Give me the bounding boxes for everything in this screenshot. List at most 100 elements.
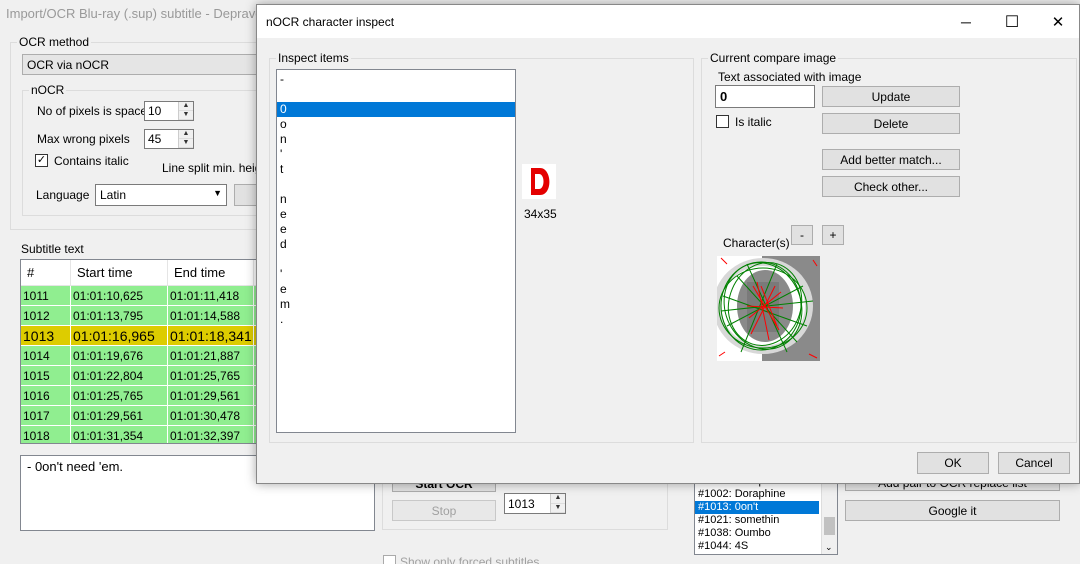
pixels-space-arrows[interactable]: ▲ ▼ (178, 102, 193, 120)
pixels-space-value: 10 (148, 104, 162, 118)
cell-number: 1011 (21, 286, 71, 305)
update-label: Update (871, 89, 911, 104)
subtitle-grid[interactable]: # Start time End time 1011 01:01:10,625 01… (20, 259, 260, 444)
language-select[interactable]: Latin ▼ (95, 184, 227, 206)
text-associated-input[interactable]: 0 (715, 85, 815, 108)
table-row[interactable]: 1018 01:01:31,354 01:01:32,397 (21, 426, 259, 443)
is-italic-checkbox[interactable] (716, 115, 729, 128)
list-item[interactable]: e (277, 282, 515, 297)
check-other-label: Check other... (853, 179, 929, 194)
list-item[interactable]: . (277, 312, 515, 327)
list-item[interactable]: - (277, 72, 515, 87)
characters-plus-button[interactable]: + (822, 225, 844, 245)
column-header-number[interactable]: # (21, 260, 71, 285)
character-bitmap-icon (522, 164, 556, 199)
dialog-titlebar[interactable]: nOCR character inspect ─ ☐ ✕ (257, 5, 1079, 38)
ocr-words-list[interactable]: #1001: Doraphine #1002: Doraphine #1013:… (694, 474, 838, 555)
max-wrong-label: Max wrong pixels (37, 132, 130, 146)
cell-end: 01:01:30,478 (168, 406, 254, 425)
start-from-value: 1013 (508, 496, 535, 511)
column-header-start[interactable]: Start time (71, 260, 168, 285)
table-row[interactable]: 1012 01:01:13,795 01:01:14,588 (21, 306, 259, 326)
scroll-down-icon[interactable]: ⌄ (825, 542, 833, 553)
spin-up-icon[interactable]: ▲ (551, 494, 565, 504)
table-row[interactable]: 1017 01:01:29,561 01:01:30,478 (21, 406, 259, 426)
table-row[interactable]: 1014 01:01:19,676 01:01:21,887 (21, 346, 259, 366)
list-item[interactable]: n (277, 132, 515, 147)
list-item[interactable] (277, 177, 515, 192)
max-wrong-arrows[interactable]: ▲ ▼ (178, 130, 193, 148)
contains-italic-checkbox[interactable]: ✓ (35, 154, 48, 167)
column-header-end[interactable]: End time (168, 260, 254, 285)
text-associated-value: 0 (720, 89, 728, 104)
cell-end: 01:01:14,588 (168, 306, 254, 325)
cancel-button[interactable]: Cancel (998, 452, 1070, 474)
list-item[interactable]: e (277, 222, 515, 237)
ocr-method-select[interactable]: OCR via nOCR (22, 54, 258, 75)
list-item[interactable] (277, 87, 515, 102)
start-from-arrows[interactable]: ▲ ▼ (550, 494, 565, 513)
spin-down-icon[interactable]: ▼ (551, 503, 565, 513)
list-item[interactable]: ' (277, 267, 515, 282)
check-other-button[interactable]: Check other... (822, 176, 960, 197)
grid-header: # Start time End time (21, 260, 259, 286)
spin-up-icon[interactable]: ▲ (179, 102, 193, 111)
spin-down-icon[interactable]: ▼ (179, 139, 193, 148)
list-item[interactable]: #1044: 4S (695, 540, 837, 553)
list-item[interactable] (277, 252, 515, 267)
stop-button[interactable]: Stop (392, 500, 496, 521)
chevron-down-icon: ▼ (213, 188, 222, 198)
update-button[interactable]: Update (822, 86, 960, 107)
cell-number: 1013 (21, 326, 71, 345)
close-icon[interactable]: ✕ (1035, 5, 1080, 38)
add-better-match-button[interactable]: Add better match... (822, 149, 960, 170)
scroll-thumb[interactable] (824, 517, 835, 535)
table-row[interactable]: 1011 01:01:10,625 01:01:11,418 (21, 286, 259, 306)
add-better-match-label: Add better match... (840, 152, 942, 167)
google-it-label: Google it (928, 503, 977, 518)
list-item[interactable]: #1002: Doraphine (695, 488, 837, 501)
show-forced-label: Show only forced subtitles (400, 555, 540, 564)
delete-button[interactable]: Delete (822, 113, 960, 134)
table-row-selected[interactable]: 1013 01:01:16,965 01:01:18,341 (21, 326, 259, 346)
cancel-label: Cancel (1015, 456, 1053, 470)
list-item-selected[interactable]: 0 (277, 102, 515, 117)
list-item[interactable]: #1021: somethin (695, 514, 837, 527)
list-item[interactable]: e (277, 207, 515, 222)
characters-label: Character(s) (723, 236, 790, 250)
spin-down-icon[interactable]: ▼ (179, 111, 193, 120)
language-value: Latin (100, 188, 127, 202)
cell-end: 01:01:11,418 (168, 286, 254, 305)
start-from-spinner[interactable]: 1013 ▲ ▼ (504, 493, 566, 514)
ok-label: OK (944, 456, 962, 470)
ok-button[interactable]: OK (917, 452, 989, 474)
show-forced-checkbox[interactable] (383, 555, 396, 564)
max-wrong-spinner[interactable]: 45 ▲ ▼ (144, 129, 194, 149)
list-scrollbar[interactable]: ⌄ (821, 475, 837, 554)
list-item[interactable]: n (277, 192, 515, 207)
list-item[interactable]: #1038: Oumbo (695, 527, 837, 540)
google-it-button[interactable]: Google it (845, 500, 1060, 521)
list-item[interactable]: t (277, 162, 515, 177)
list-item[interactable]: d (277, 237, 515, 252)
language-label: Language (36, 188, 90, 202)
list-item-selected[interactable]: #1013: 0on't (695, 501, 819, 514)
table-row[interactable]: 1016 01:01:25,765 01:01:29,561 (21, 386, 259, 406)
preview-size-label: 34x35 (524, 207, 557, 221)
table-row[interactable]: 1015 01:01:22,804 01:01:25,765 (21, 366, 259, 386)
nocr-inspect-dialog: nOCR character inspect ─ ☐ ✕ Inspect ite… (256, 4, 1080, 484)
is-italic-label: Is italic (735, 115, 772, 129)
cell-end: 01:01:21,887 (168, 346, 254, 365)
spin-up-icon[interactable]: ▲ (179, 130, 193, 139)
inspect-items-list[interactable]: - 0 o n ' t n e e d ' e m . (276, 69, 516, 433)
maximize-icon[interactable]: ☐ (989, 5, 1035, 38)
pixels-space-spinner[interactable]: 10 ▲ ▼ (144, 101, 194, 121)
list-item[interactable]: ' (277, 147, 515, 162)
text-associated-label: Text associated with image (718, 70, 862, 84)
list-item[interactable]: m (277, 297, 515, 312)
characters-minus-button[interactable]: - (791, 225, 813, 245)
cell-number: 1017 (21, 406, 71, 425)
nocr-label: nOCR (29, 83, 67, 97)
list-item[interactable]: o (277, 117, 515, 132)
minimize-icon[interactable]: ─ (943, 5, 989, 38)
